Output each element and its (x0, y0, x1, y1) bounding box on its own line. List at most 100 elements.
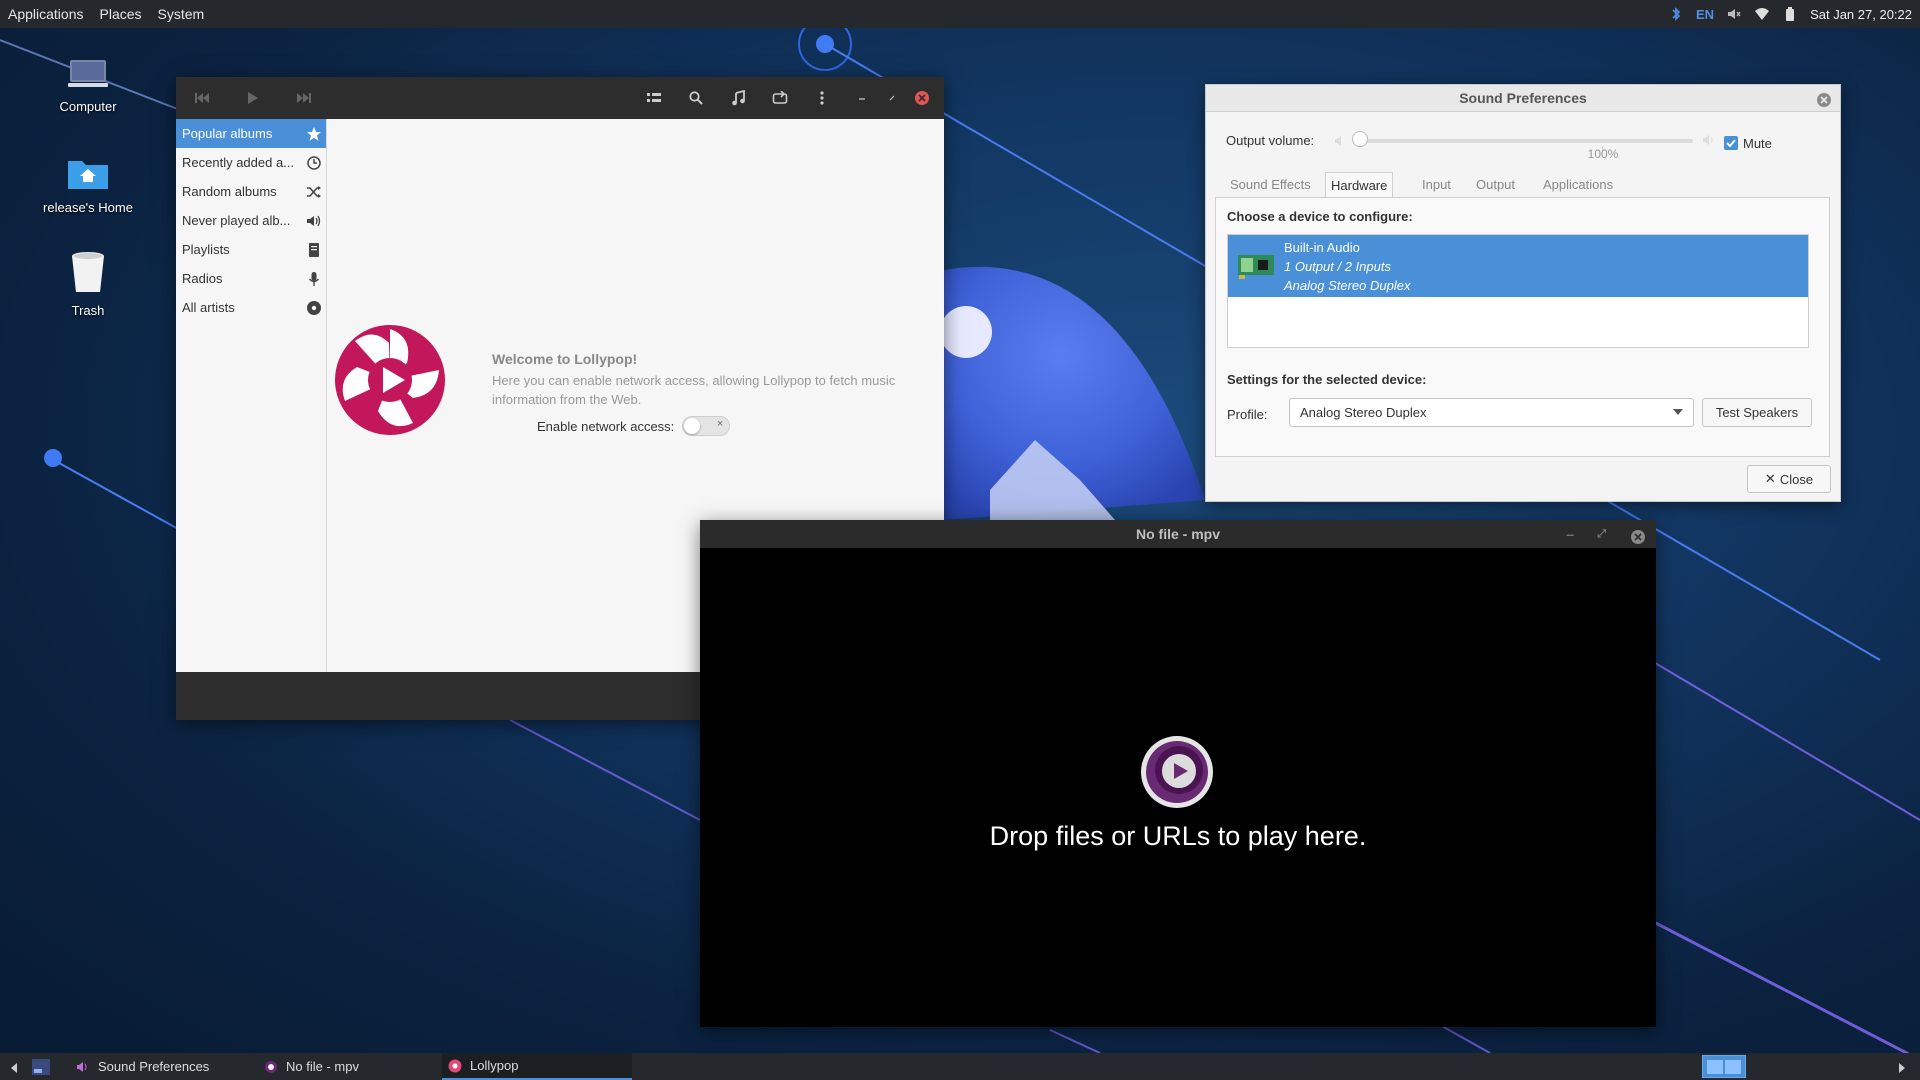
play-button[interactable] (243, 88, 263, 108)
close-icon[interactable] (1630, 526, 1646, 554)
taskbar-scroll-right-icon[interactable] (1898, 1061, 1906, 1076)
clock-icon (307, 155, 321, 170)
menu-icon[interactable] (812, 88, 832, 108)
speaker-icon (307, 215, 321, 226)
sidebar-item-random-albums[interactable]: Random albums (176, 177, 326, 206)
profile-select-value: Analog Stereo Duplex (1300, 405, 1427, 420)
sidebar-item-label: Never played alb... (182, 213, 291, 228)
top-panel: Applications Places System EN Sat Jan 27… (0, 0, 1920, 28)
sidebar-item-label: Playlists (182, 242, 230, 257)
close-button[interactable]: ✕ Close (1747, 465, 1831, 493)
wifi-icon[interactable] (1754, 6, 1770, 22)
sidebar-item-recently-added[interactable]: Recently added a... (176, 148, 326, 177)
chevron-down-icon (1673, 409, 1683, 415)
menu-applications[interactable]: Applications (8, 6, 84, 22)
desktop-icon-label: Trash (71, 303, 105, 318)
lollypop-icon (448, 1059, 462, 1072)
volume-high-icon (1702, 133, 1716, 150)
task-label: Sound Preferences (98, 1059, 210, 1074)
desktop-icon-label: release's Home (43, 200, 133, 215)
lollypop-sidebar: Popular albums Recently added a... Rando… (176, 119, 327, 672)
sidebar-item-popular-albums[interactable]: Popular albums (176, 119, 326, 148)
microphone-icon (308, 271, 320, 286)
network-access-label: Enable network access: (537, 418, 675, 434)
trash-icon (72, 252, 104, 292)
desktop-icon-home[interactable]: release's Home (28, 155, 148, 215)
sidebar-item-label: Recently added a... (182, 155, 295, 170)
welcome-title: Welcome to Lollypop! (492, 351, 638, 367)
list-view-icon[interactable] (644, 88, 664, 108)
tab-applications[interactable]: Applications (1538, 172, 1618, 198)
sidebar-item-all-artists[interactable]: All artists (176, 293, 326, 322)
maximize-icon[interactable]: ⤢ (1597, 520, 1606, 548)
task-lollypop[interactable]: Lollypop (442, 1053, 632, 1080)
battery-icon[interactable] (1782, 6, 1798, 22)
desktop-icon-label: Computer (59, 99, 117, 114)
sidebar-item-label: All artists (182, 300, 235, 315)
settings-heading: Settings for the selected device: (1227, 372, 1427, 387)
clock[interactable]: Sat Jan 27, 20:22 (1810, 7, 1912, 22)
search-icon[interactable] (686, 88, 706, 108)
home-folder-icon (68, 161, 108, 189)
output-volume-label: Output volume: (1226, 133, 1315, 148)
minimize-icon[interactable]: – (1566, 520, 1574, 548)
volume-slider-handle[interactable] (1352, 131, 1368, 147)
device-heading: Choose a device to configure: (1227, 209, 1413, 224)
repeat-icon[interactable] (770, 88, 790, 108)
tab-input[interactable]: Input (1417, 172, 1456, 198)
task-label: Lollypop (470, 1058, 519, 1073)
taskbar-scroll-left-icon[interactable] (10, 1061, 18, 1076)
tab-sound-effects[interactable]: Sound Effects (1225, 172, 1316, 198)
volume-muted-icon[interactable] (1726, 6, 1742, 22)
mpv-titlebar: No file - mpv – ⤢ (700, 520, 1656, 548)
desktop-icon-trash[interactable]: Trash (28, 250, 148, 318)
maximize-icon[interactable] (882, 88, 902, 108)
tab-hardware[interactable]: Hardware (1325, 172, 1394, 198)
workspace-switcher[interactable] (1702, 1055, 1746, 1078)
sidebar-item-radios[interactable]: Radios (176, 264, 326, 293)
network-access-toggle[interactable]: × (682, 416, 731, 436)
sidebar-item-never-played[interactable]: Never played alb... (176, 206, 326, 235)
previous-track-button[interactable] (192, 88, 212, 108)
system-tray: EN Sat Jan 27, 20:22 (1668, 0, 1912, 28)
mpv-window: No file - mpv – ⤢ Drop files or URLs to … (700, 520, 1656, 1027)
volume-slider[interactable] (1359, 139, 1693, 143)
device-name: Built-in Audio (1284, 240, 1360, 255)
close-icon[interactable] (1816, 90, 1832, 107)
close-icon[interactable] (912, 88, 932, 108)
mute-checkbox[interactable] (1724, 136, 1738, 150)
mpv-icon (265, 1060, 277, 1073)
artist-icon (307, 300, 321, 315)
task-sound-preferences[interactable]: Sound Preferences (66, 1053, 244, 1080)
sound-prefs-titlebar: Sound Preferences (1206, 85, 1840, 112)
tab-output[interactable]: Output (1471, 172, 1520, 198)
sidebar-item-playlists[interactable]: Playlists (176, 235, 326, 264)
keyboard-layout-indicator[interactable]: EN (1696, 7, 1714, 22)
volume-low-icon (1334, 135, 1344, 150)
menu-places[interactable]: Places (100, 6, 142, 22)
sidebar-item-label: Popular albums (182, 126, 273, 141)
show-desktop-icon[interactable] (32, 1059, 50, 1078)
menu-system[interactable]: System (158, 6, 205, 22)
hardware-tab-panel: Choose a device to configure: Built-in A… (1215, 197, 1830, 457)
shuffle-icon (307, 185, 321, 198)
mpv-drop-hint: Drop files or URLs to play here. (989, 821, 1367, 851)
minimize-icon[interactable] (852, 88, 872, 108)
close-x-icon: ✕ (1764, 471, 1776, 486)
close-button-label: Close (1779, 471, 1814, 487)
sound-card-icon (1238, 255, 1274, 279)
sidebar-item-label: Radios (182, 271, 223, 286)
desktop-icon-computer[interactable]: Computer (28, 58, 148, 114)
profile-label: Profile: (1227, 407, 1268, 422)
sound-icon (77, 1061, 87, 1072)
bluetooth-icon[interactable] (1668, 6, 1684, 22)
device-row-built-in-audio[interactable]: Built-in Audio 1 Output / 2 Inputs Analo… (1228, 235, 1808, 297)
task-mpv[interactable]: No file - mpv (254, 1053, 432, 1080)
test-speakers-button[interactable]: Test Speakers (1702, 398, 1812, 427)
next-track-button[interactable] (294, 88, 314, 108)
profile-select[interactable]: Analog Stereo Duplex (1289, 398, 1694, 427)
mpv-logo (1141, 736, 1213, 808)
mute-label[interactable]: Mute (1743, 136, 1772, 151)
music-note-icon[interactable] (728, 88, 748, 108)
volume-100-label: 100% (1587, 147, 1619, 161)
